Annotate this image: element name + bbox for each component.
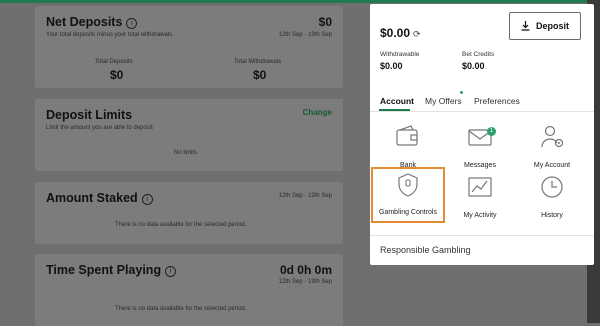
net-deposits-title: Net Deposits: [46, 15, 123, 29]
amount-staked-date-range: 12th Sep - 19th Sep: [278, 193, 332, 199]
time-spent-title: Time Spent Playing: [46, 263, 162, 277]
deposit-limits-card: Deposit Limits Change Limit the amount y…: [35, 99, 343, 171]
messages-label: Messages: [464, 162, 496, 169]
bank-label: Bank: [400, 162, 416, 169]
user-gear-icon: [541, 125, 564, 148]
time-spent-card: Time Spent Playing i 0d 0h 0m 12th Sep - …: [35, 254, 343, 326]
account-dropdown-panel: $0.00 ⟳ Deposit Withdrawable $0.00 Bet Cr…: [370, 4, 594, 265]
net-deposits-amount: $0: [318, 15, 332, 29]
withdrawable-value: $0.00: [380, 61, 403, 71]
time-spent-empty: There is no data available for the selec…: [115, 306, 247, 312]
total-withdrawals-label: Total Withdrawals: [234, 59, 282, 65]
messages-tile[interactable]: 1 Messages: [450, 124, 510, 172]
my-account-label: My Account: [533, 162, 571, 169]
net-deposits-title-row: Net Deposits i: [46, 15, 138, 29]
tabs-divider: [370, 111, 594, 112]
my-activity-tile[interactable]: My Activity: [450, 174, 510, 222]
deposit-limits-title: Deposit Limits: [46, 108, 133, 122]
clock-icon: [541, 176, 563, 198]
top-accent-bar: [0, 0, 600, 3]
responsible-gambling-link[interactable]: Responsible Gambling: [380, 245, 471, 255]
gambling-controls-label: Gambling Controls: [379, 209, 437, 216]
info-icon[interactable]: i: [165, 266, 177, 277]
bank-tile[interactable]: Bank: [378, 124, 438, 172]
amount-staked-title: Amount Staked: [46, 191, 138, 205]
info-icon[interactable]: i: [141, 194, 153, 205]
bet-credits-value: $0.00: [462, 61, 485, 71]
deposit-button-label: Deposit: [535, 21, 569, 31]
panel-divider: [370, 235, 594, 236]
balance-amount: $0.00: [380, 26, 411, 40]
activity-chart-icon: [468, 177, 492, 197]
amount-staked-card: Amount Staked i 12th Sep - 19th Sep There…: [35, 182, 343, 244]
amount-staked-empty: There is no data available for the selec…: [115, 222, 247, 228]
refresh-icon[interactable]: ⟳: [413, 29, 421, 39]
bet-credits-label: Bet Credits: [462, 51, 495, 58]
gambling-controls-tile[interactable]: Gambling Controls: [371, 167, 445, 223]
deposit-button[interactable]: Deposit: [509, 12, 581, 40]
balance-row: $0.00 ⟳: [380, 26, 421, 40]
messages-badge: 1: [487, 127, 496, 136]
new-offers-dot: [460, 91, 463, 94]
deposit-limits-empty: No limits: [174, 150, 198, 156]
net-deposits-date-range: 12th Sep - 19th Sep: [278, 32, 332, 38]
total-withdrawals-value: $0: [253, 68, 267, 82]
wallet-icon: [396, 125, 418, 146]
net-deposits-subtitle: Your total deposits minus your total wit…: [46, 32, 173, 38]
total-deposits-label: Total Deposits: [95, 59, 133, 65]
info-icon[interactable]: i: [126, 18, 138, 29]
time-spent-title-row: Time Spent Playing i: [46, 263, 177, 277]
time-spent-amount: 0d 0h 0m: [279, 263, 332, 277]
my-account-tile[interactable]: My Account: [522, 124, 582, 172]
shield-icon: [398, 173, 418, 197]
my-activity-label: My Activity: [463, 212, 497, 219]
tab-account[interactable]: Account: [380, 96, 414, 106]
deposit-limits-subtitle: Limit the amount you are able to deposit: [46, 125, 153, 131]
history-label: History: [541, 212, 563, 219]
tab-my-offers[interactable]: My Offers: [425, 96, 462, 106]
total-deposits-value: $0: [110, 68, 124, 82]
change-deposit-limits-link[interactable]: Change: [303, 108, 332, 117]
withdrawable-label: Withdrawable: [380, 51, 420, 58]
net-deposits-card: Net Deposits i $0 Your total deposits min…: [35, 6, 343, 88]
download-icon: [521, 21, 530, 31]
history-tile[interactable]: History: [522, 174, 582, 222]
tab-preferences[interactable]: Preferences: [474, 96, 520, 106]
amount-staked-title-row: Amount Staked i: [46, 191, 153, 205]
time-spent-date-range: 12th Sep - 19th Sep: [278, 279, 332, 285]
